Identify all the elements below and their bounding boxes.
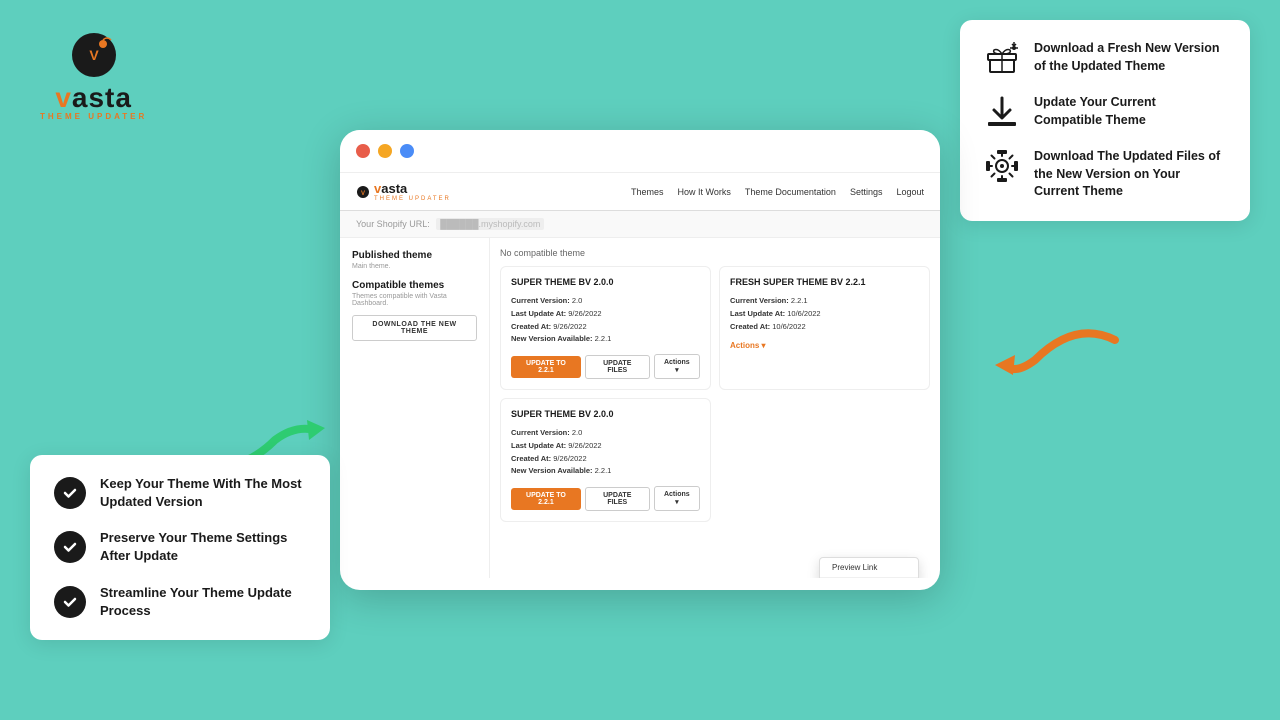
logo-icon: V [69,30,119,80]
update-to-221-button[interactable]: UPDATE TO 2.2.1 [511,356,581,378]
app-logo-sub: THEME UPDATER [374,196,451,202]
theme-1-info: Current Version: 2.0 Last Update At: 9/2… [511,295,700,346]
app-logo-icon: V [356,185,370,199]
orange-arrow-icon [995,310,1125,400]
download-icon [984,94,1020,130]
actions-dropdown-menu: Preview Link Edit Code Customize Delete [819,557,919,578]
dot-blue [400,144,414,158]
app-navbar: V vasta THEME UPDATER Themes How It Work… [340,173,940,211]
nav-logout[interactable]: Logout [896,187,924,197]
theme-1-actions: UPDATE TO 2.2.1 UPDATE FILES Actions ▾ [511,354,700,379]
feature-item-1: Keep Your Theme With The Most Updated Ve… [54,475,306,511]
theme-1-title: SUPER THEME BV 2.0.0 [511,277,700,287]
app-logo-text: vasta [374,181,451,196]
actions-dropdown-button-1[interactable]: Actions ▾ [654,354,700,379]
browser-content: V vasta THEME UPDATER Themes How It Work… [340,173,940,583]
left-features-card: Keep Your Theme With The Most Updated Ve… [30,455,330,640]
checkmark-icon-1 [62,485,78,501]
check-circle-2 [54,531,86,563]
checkmark-icon-3 [62,594,78,610]
checkmark-icon-2 [62,539,78,555]
theme-card-2: FRESH SUPER THEME BV 2.2.1 Current Versi… [719,266,930,390]
no-compatible-text: No compatible theme [500,248,930,258]
theme-card-1: SUPER THEME BV 2.0.0 Current Version: 2.… [500,266,711,390]
right-info-card: Download a Fresh New Version of the Upda… [960,20,1250,221]
check-circle-3 [54,586,86,618]
logo-area: V vasta THEME UPDATER [40,30,147,121]
shopify-url-label: Your Shopify URL: [356,219,430,229]
themes-grid: SUPER THEME BV 2.0.0 Current Version: 2.… [500,266,930,522]
actions-dropdown-trigger-2[interactable]: Actions ▾ [730,341,766,350]
svg-text:V: V [361,191,365,197]
check-circle-1 [54,477,86,509]
app-logo: V vasta THEME UPDATER [356,181,451,202]
browser-titlebar [340,130,940,173]
update-to-221-button-2[interactable]: UPDATE TO 2.2.1 [511,488,581,510]
gear-icon [984,148,1020,184]
app-sidebar: Published theme Main theme. Compatible t… [340,238,490,578]
compatible-themes-title: Compatible themes [352,280,477,291]
theme-2-actions: Actions ▾ [730,341,919,350]
right-card-item-3: Download The Updated Files of the New Ve… [984,148,1226,201]
theme-2-info: Current Version: 2.2.1 Last Update At: 1… [730,295,919,333]
feature-item-3: Streamline Your Theme Update Process [54,584,306,620]
logo-subtitle: THEME UPDATER [40,112,147,121]
right-card-text-2: Update Your Current Compatible Theme [1034,94,1226,129]
compatible-themes-sub: Themes compatible with Vasta Dashboard. [352,293,477,307]
published-theme-title: Published theme [352,250,477,261]
feature-text-2: Preserve Your Theme Settings After Updat… [100,529,306,565]
theme-3-info: Current Version: 2.0 Last Update At: 9/2… [511,427,700,478]
download-new-theme-button[interactable]: DOWNLOAD THE NEW THEME [352,315,477,341]
shopify-url-value: ██████.myshopify.com [436,218,544,230]
nav-documentation[interactable]: Theme Documentation [745,187,836,197]
nav-settings[interactable]: Settings [850,187,883,197]
theme-3-title: SUPER THEME BV 2.0.0 [511,409,700,419]
actions-dropdown-button-3[interactable]: Actions ▾ [654,486,700,511]
app-main: Published theme Main theme. Compatible t… [340,238,940,578]
theme-card-3: SUPER THEME BV 2.0.0 Current Version: 2.… [500,398,711,522]
right-card-text-1: Download a Fresh New Version of the Upda… [1034,40,1226,75]
right-card-item-2: Update Your Current Compatible Theme [984,94,1226,130]
dropdown-preview-link[interactable]: Preview Link [820,558,918,578]
dot-red [356,144,370,158]
svg-text:V: V [89,47,99,63]
right-card-item-1: Download a Fresh New Version of the Upda… [984,40,1226,76]
update-files-button[interactable]: UPDATE FILES [585,355,650,379]
dot-yellow [378,144,392,158]
feature-item-2: Preserve Your Theme Settings After Updat… [54,529,306,565]
published-theme-sub: Main theme. [352,263,477,270]
browser-mockup: V vasta THEME UPDATER Themes How It Work… [340,130,940,590]
feature-text-1: Keep Your Theme With The Most Updated Ve… [100,475,306,511]
nav-themes[interactable]: Themes [631,187,664,197]
theme-2-title: FRESH SUPER THEME BV 2.2.1 [730,277,919,287]
app-nav-links: Themes How It Works Theme Documentation … [631,187,924,197]
app-themes-area: No compatible theme SUPER THEME BV 2.0.0… [490,238,940,578]
feature-text-3: Streamline Your Theme Update Process [100,584,306,620]
shopify-url-bar: Your Shopify URL: ██████.myshopify.com [340,211,940,238]
theme-3-actions: UPDATE TO 2.2.1 UPDATE FILES Actions ▾ [511,486,700,511]
logo-text: vasta [55,84,132,112]
gift-box-icon [984,40,1020,76]
nav-how-it-works[interactable]: How It Works [678,187,731,197]
right-card-text-3: Download The Updated Files of the New Ve… [1034,148,1226,201]
update-files-button-2[interactable]: UPDATE FILES [585,487,650,511]
